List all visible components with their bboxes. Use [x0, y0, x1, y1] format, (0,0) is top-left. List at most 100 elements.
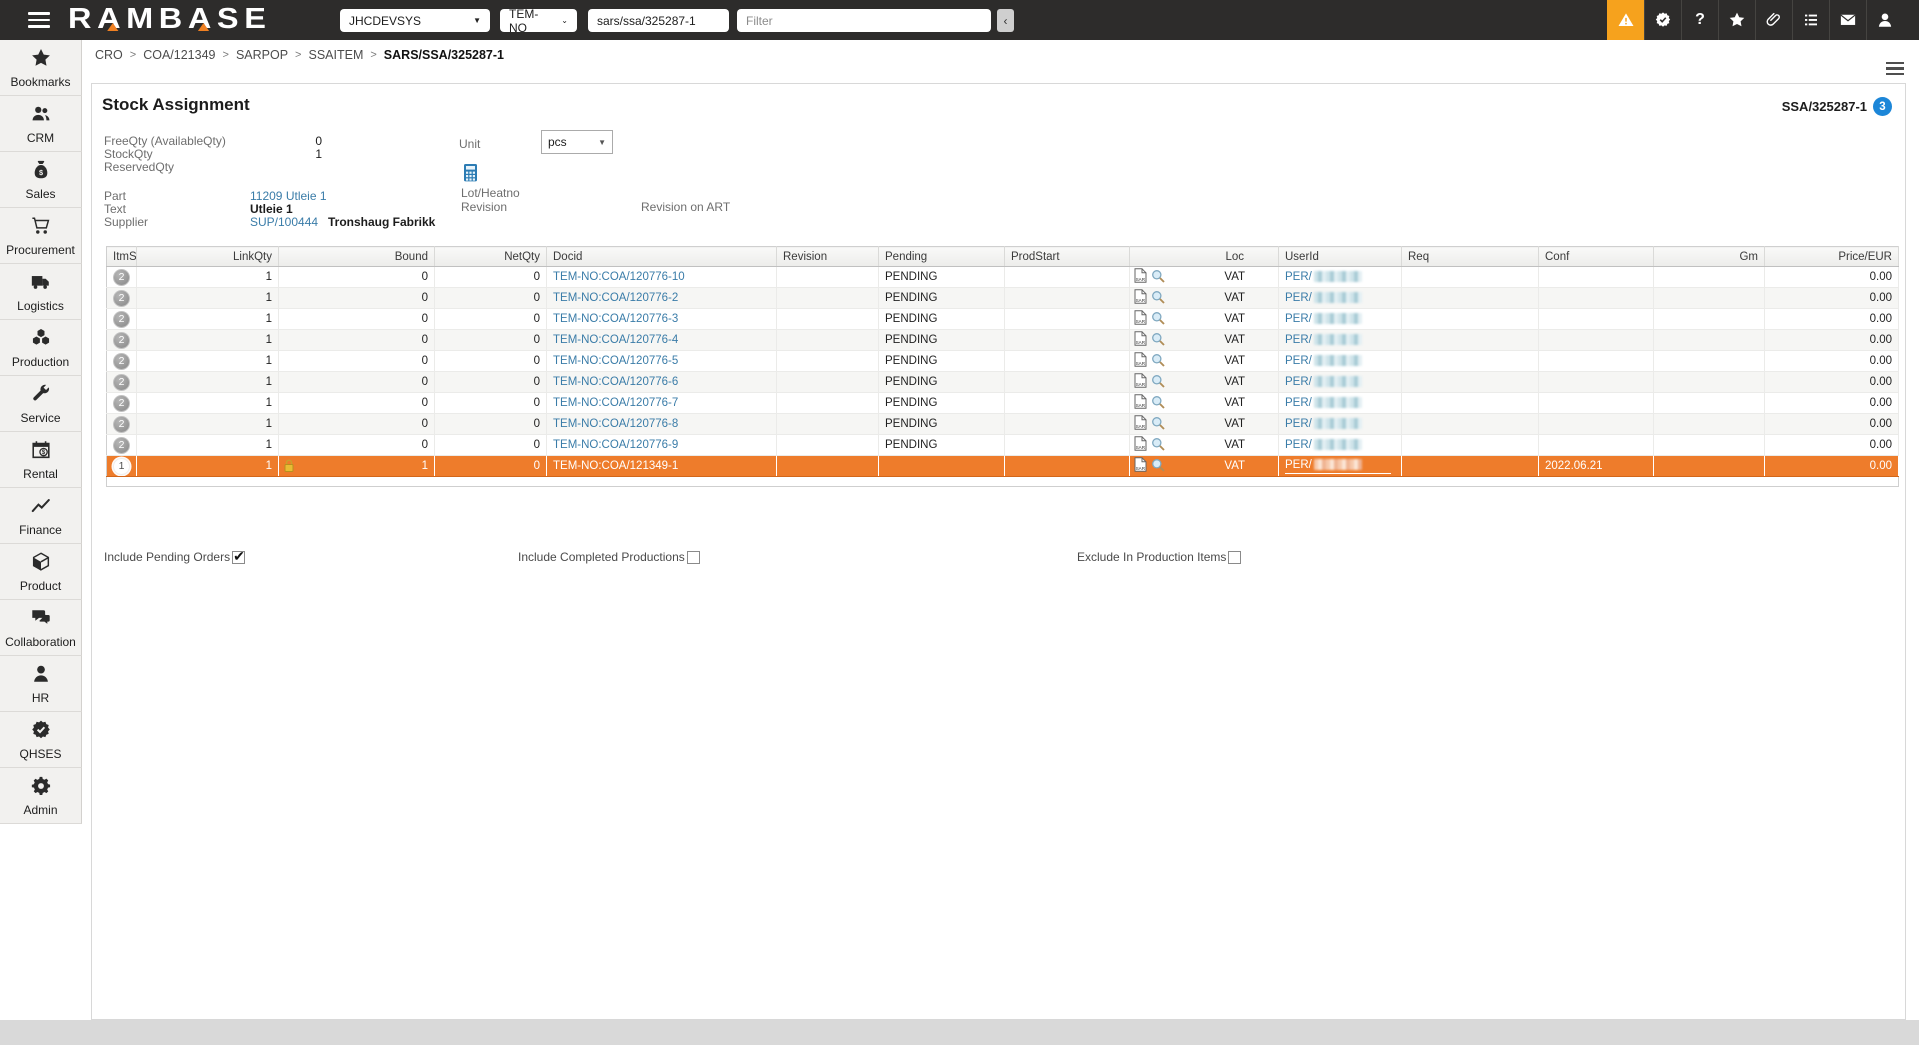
table-row[interactable]: 2100TEM-NO:COA/120776-10PENDINGSARVATPER… — [107, 267, 1899, 288]
magnifier-icon[interactable] — [1151, 311, 1165, 328]
magnifier-icon[interactable] — [1151, 332, 1165, 349]
exclude-in-production-items-toggle[interactable]: Exclude In Production Items — [1077, 550, 1241, 564]
task-list-icon[interactable] — [1792, 0, 1829, 40]
column-header-price[interactable]: Price/EUR — [1765, 247, 1899, 267]
include-pending-orders-toggle[interactable]: Include Pending Orders — [104, 550, 245, 564]
include-pending-orders-checkbox[interactable] — [232, 551, 245, 564]
docid-link[interactable]: TEM-NO:COA/120776-9 — [553, 439, 678, 451]
sar-document-icon[interactable]: SAR — [1134, 415, 1147, 433]
magnifier-icon[interactable] — [1151, 374, 1165, 391]
column-header-icons[interactable] — [1130, 247, 1192, 267]
sidebar-item-production[interactable]: Production — [0, 320, 82, 376]
column-header-netqty[interactable]: NetQty — [435, 247, 547, 267]
collapse-search-button[interactable]: ‹ — [997, 9, 1014, 32]
program-search-input[interactable] — [588, 9, 729, 32]
sidebar-item-finance[interactable]: Finance — [0, 488, 82, 544]
magnifier-icon[interactable] — [1151, 353, 1165, 370]
column-header-prodstart[interactable]: ProdStart — [1005, 247, 1130, 267]
sar-document-icon[interactable]: SAR — [1134, 373, 1147, 391]
table-row[interactable]: 2100TEM-NO:COA/120776-8PENDINGSARVATPER/… — [107, 414, 1899, 435]
sidebar-item-service[interactable]: Service — [0, 376, 82, 432]
table-row[interactable]: 2100TEM-NO:COA/120776-6PENDINGSARVATPER/… — [107, 372, 1899, 393]
main-menu-icon[interactable] — [28, 12, 50, 28]
breadcrumb-item[interactable]: SARPOP — [236, 48, 288, 62]
table-row[interactable]: 2100TEM-NO:COA/120776-9PENDINGSARVATPER/… — [107, 435, 1899, 456]
rambase-logo[interactable]: RAMBASE — [68, 3, 271, 36]
column-header-gm[interactable]: Gm — [1654, 247, 1765, 267]
docid-link[interactable]: TEM-NO:COA/120776-4 — [553, 334, 678, 346]
exclude-in-production-items-checkbox[interactable] — [1228, 551, 1241, 564]
docid-link[interactable]: TEM-NO:COA/120776-10 — [553, 271, 685, 283]
magnifier-icon[interactable] — [1151, 416, 1165, 433]
magnifier-icon[interactable] — [1151, 437, 1165, 454]
sidebar-item-hr[interactable]: HR — [0, 656, 82, 712]
sidebar-item-bookmarks[interactable]: Bookmarks — [0, 40, 82, 96]
sar-document-icon[interactable]: SAR — [1134, 268, 1147, 286]
userid-link[interactable]: PER/ — [1285, 376, 1312, 388]
table-row[interactable]: 2100TEM-NO:COA/120776-2PENDINGSARVATPER/… — [107, 288, 1899, 309]
filter-input[interactable] — [737, 9, 991, 32]
sar-document-icon[interactable]: SAR — [1134, 310, 1147, 328]
userid-link[interactable]: PER/ — [1285, 459, 1312, 471]
sidebar-item-procurement[interactable]: Procurement — [0, 208, 82, 264]
userid-link[interactable]: PER/ — [1285, 418, 1312, 430]
sar-document-icon[interactable]: SAR — [1134, 436, 1147, 454]
sidebar-item-product[interactable]: Product — [0, 544, 82, 600]
sidebar-item-logistics[interactable]: Logistics — [0, 264, 82, 320]
userid-link[interactable]: PER/ — [1285, 334, 1312, 346]
column-header-conf[interactable]: Conf — [1539, 247, 1654, 267]
system-select[interactable]: JHCDEVSYS ▼ — [340, 9, 490, 32]
column-header-loc[interactable]: Loc — [1192, 247, 1279, 267]
account-icon[interactable] — [1866, 0, 1903, 40]
userid-link[interactable]: PER/ — [1285, 313, 1312, 325]
column-header-linkqty[interactable]: LinkQty — [137, 247, 279, 267]
magnifier-icon[interactable] — [1151, 290, 1165, 307]
approvals-icon[interactable] — [1644, 0, 1681, 40]
magnifier-icon[interactable] — [1151, 269, 1165, 286]
column-header-revision[interactable]: Revision — [777, 247, 879, 267]
doc-type-select[interactable]: TEM-NO ⌄ — [500, 9, 577, 32]
context-menu-icon[interactable] — [1886, 62, 1904, 75]
breadcrumb-item[interactable]: SSAITEM — [308, 48, 363, 62]
userid-link[interactable]: PER/ — [1285, 292, 1312, 304]
column-header-bound[interactable]: Bound — [279, 247, 435, 267]
docid-link[interactable]: TEM-NO:COA/120776-8 — [553, 418, 678, 430]
docid-link[interactable]: TEM-NO:COA/120776-5 — [553, 355, 678, 367]
docid-link[interactable]: TEM-NO:COA/120776-6 — [553, 376, 678, 388]
docid-link[interactable]: TEM-NO:COA/120776-2 — [553, 292, 678, 304]
part-link[interactable]: 11209 Utleie 1 — [250, 189, 327, 203]
favorites-icon[interactable] — [1718, 0, 1755, 40]
magnifier-icon[interactable] — [1151, 395, 1165, 412]
supplier-link[interactable]: SUP/100444 — [250, 215, 318, 229]
userid-link[interactable]: PER/ — [1285, 355, 1312, 367]
selected-table-row[interactable]: 1110TEM-NO:COA/121349-1SARVATPER/2022.06… — [107, 456, 1899, 477]
attachments-icon[interactable] — [1755, 0, 1792, 40]
notification-badge[interactable]: 3 — [1873, 97, 1892, 116]
help-icon[interactable]: ? — [1681, 0, 1718, 40]
column-header-docid[interactable]: Docid — [547, 247, 777, 267]
sidebar-item-admin[interactable]: Admin — [0, 768, 82, 824]
docid-link[interactable]: TEM-NO:COA/120776-7 — [553, 397, 678, 409]
sidebar-item-qhses[interactable]: QHSES — [0, 712, 82, 768]
userid-link[interactable]: PER/ — [1285, 439, 1312, 451]
breadcrumb-item[interactable]: COA/121349 — [143, 48, 215, 62]
docid-link[interactable]: TEM-NO:COA/121349-1 — [553, 460, 678, 472]
sar-document-icon[interactable]: SAR — [1134, 394, 1147, 412]
unit-select[interactable]: pcs ▼ — [541, 130, 613, 154]
include-completed-productions-toggle[interactable]: Include Completed Productions — [518, 550, 700, 564]
sar-document-icon[interactable]: SAR — [1134, 289, 1147, 307]
include-completed-productions-checkbox[interactable] — [687, 551, 700, 564]
sidebar-item-sales[interactable]: $Sales — [0, 152, 82, 208]
table-row[interactable]: 2100TEM-NO:COA/120776-5PENDINGSARVATPER/… — [107, 351, 1899, 372]
sidebar-item-crm[interactable]: CRM — [0, 96, 82, 152]
magnifier-icon[interactable] — [1151, 458, 1165, 475]
calculator-icon[interactable] — [464, 164, 477, 187]
table-row[interactable]: 2100TEM-NO:COA/120776-4PENDINGSARVATPER/… — [107, 330, 1899, 351]
alerts-icon[interactable] — [1607, 0, 1644, 40]
userid-link[interactable]: PER/ — [1285, 397, 1312, 409]
sar-document-icon[interactable]: SAR — [1134, 352, 1147, 370]
column-header-pending[interactable]: Pending — [879, 247, 1005, 267]
sar-document-icon[interactable]: SAR — [1134, 331, 1147, 349]
sar-document-icon[interactable]: SAR — [1134, 457, 1147, 475]
breadcrumb-item[interactable]: CRO — [95, 48, 123, 62]
